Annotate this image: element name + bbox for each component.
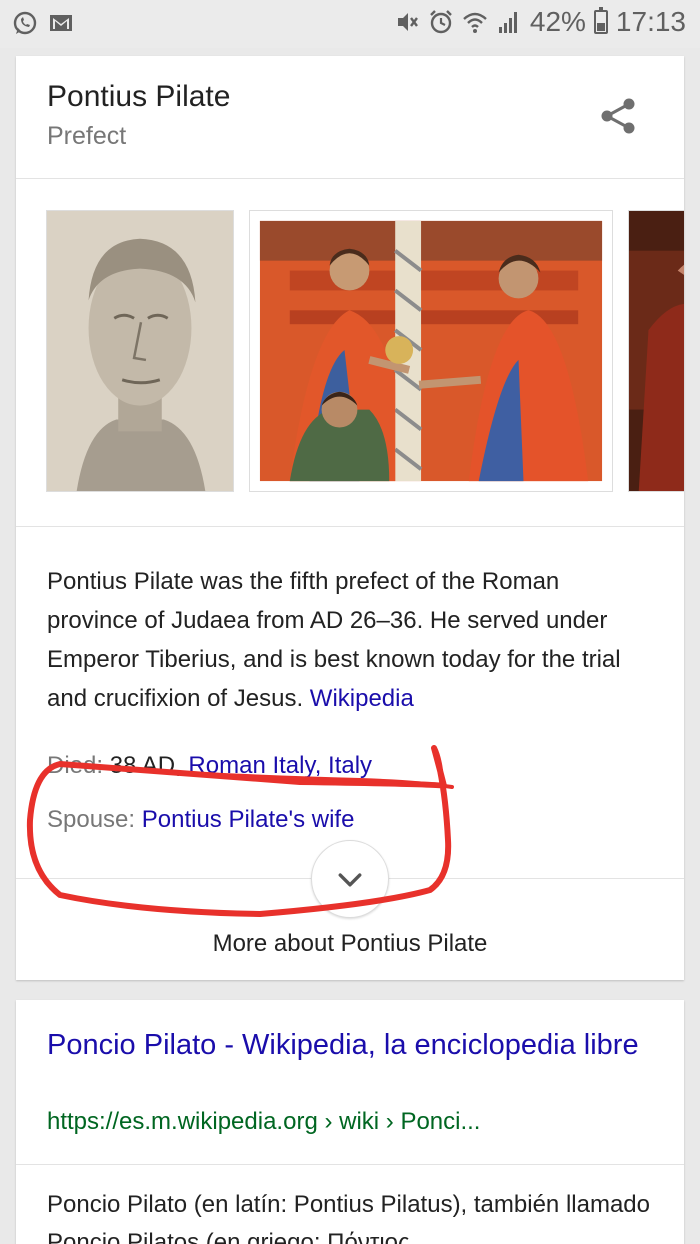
entity-title: Pontius Pilate [47,80,231,113]
result-snippet: Poncio Pilato (en latín: Pontius Pilatus… [47,1191,650,1244]
image-carousel[interactable] [16,180,684,526]
battery-icon [593,7,608,34]
status-bar: 42% 17:13 [0,0,700,48]
roman-bust-image[interactable] [46,210,234,492]
clock-time: 17:13 [615,6,686,37]
battery-percent: 42% [529,6,586,37]
duccio-painting-image[interactable] [249,210,613,492]
more-about-link[interactable]: More about Pontius Pilate [16,930,684,958]
spouse-link[interactable]: Pontius Pilate's wife [142,806,355,833]
divider [16,1164,684,1165]
expand-button[interactable] [311,840,389,918]
entity-subtitle: Prefect [47,122,127,150]
chevron-down-icon [338,873,362,887]
wikipedia-link[interactable]: Wikipedia [310,685,414,712]
knowledge-panel: Pontius Pilate Prefect Pontius Pilate wa… [16,56,684,980]
died-place-link[interactable]: Roman Italy, Italy [188,752,372,779]
died-value: 38 AD, [109,752,182,779]
share-icon[interactable] [598,96,638,136]
result-title-link[interactable]: Poncio Pilato - Wikipedia, la encicloped… [47,1026,647,1065]
wifi-icon [463,12,487,33]
entity-description: Pontius Pilate was the fifth prefect of … [47,562,647,718]
mute-icon [397,13,418,31]
spouse-label: Spouse: [47,806,136,833]
alarm-icon [430,10,452,34]
fact-spouse: Spouse: Pontius Pilate's wife [47,806,354,834]
gmail-icon [50,15,72,31]
divider [16,178,684,179]
result-url[interactable]: https://es.m.wikipedia.org › wiki › Ponc… [47,1108,480,1136]
divider [16,526,684,527]
whatsapp-icon [13,11,37,35]
died-label: Died: [47,752,104,779]
search-result: Poncio Pilato - Wikipedia, la encicloped… [16,1000,684,1244]
painting-image-partial[interactable] [628,210,684,492]
signal-icon [498,12,517,33]
fact-died: Died: 38 AD, Roman Italy, Italy [47,752,372,780]
